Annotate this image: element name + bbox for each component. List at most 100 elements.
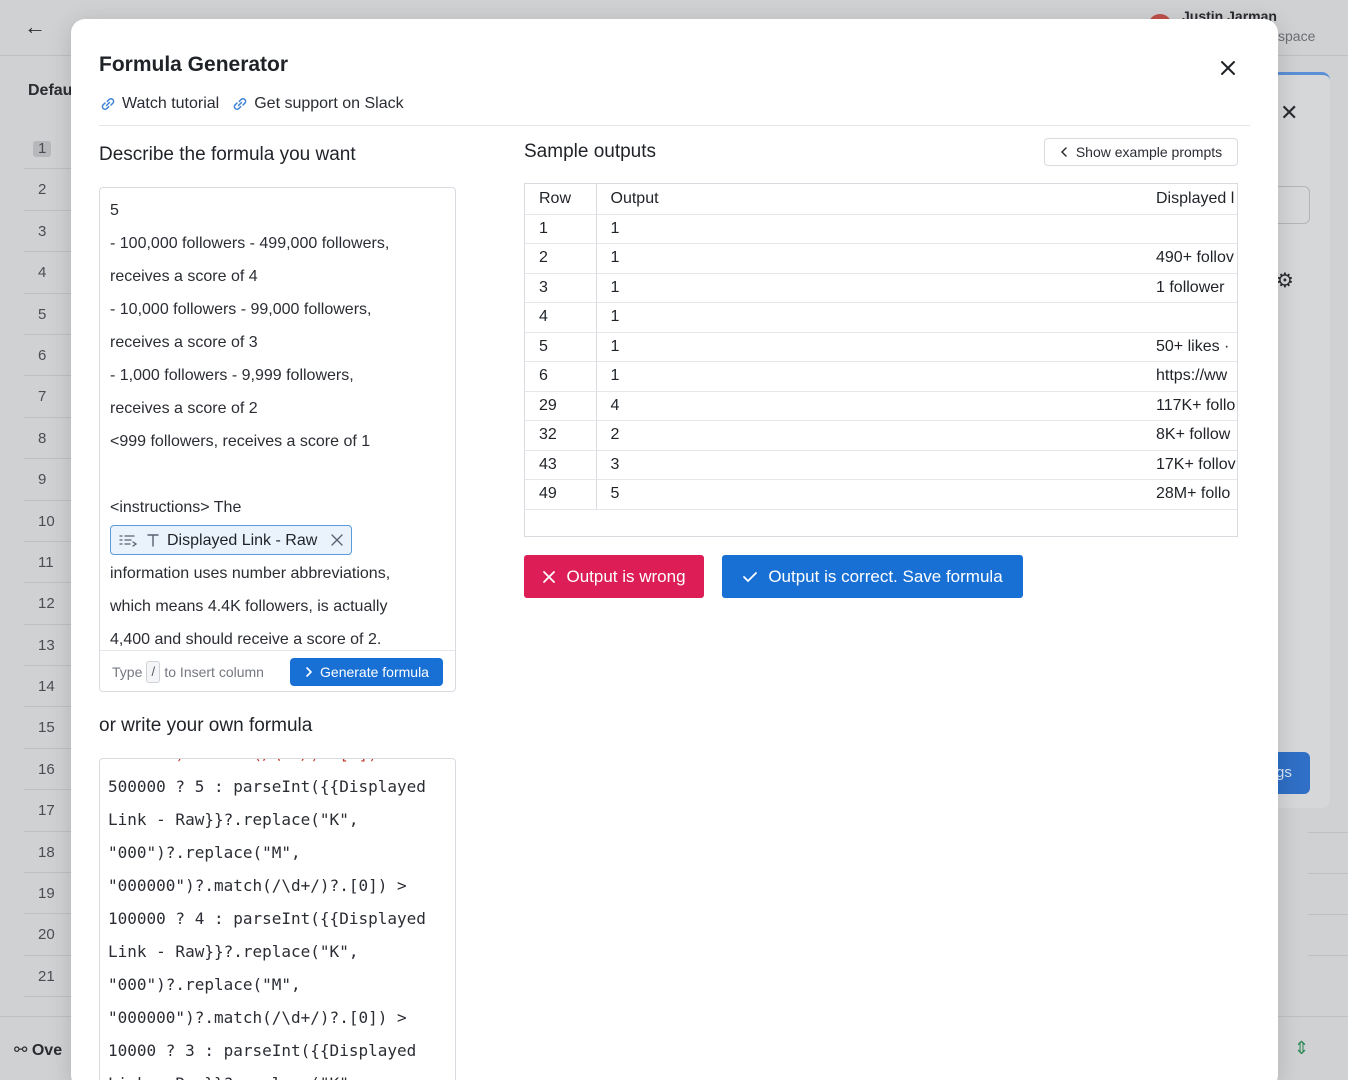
table-row: 2 1 490+ follov bbox=[525, 243, 1237, 274]
overview-tab[interactable]: ⚯ Ove bbox=[14, 1040, 62, 1060]
prompt-line bbox=[110, 458, 445, 491]
slack-support-link[interactable]: Get support on Slack bbox=[231, 95, 404, 113]
row-number: 12 bbox=[24, 583, 72, 625]
close-icon[interactable] bbox=[1217, 57, 1239, 79]
cell-displayed bbox=[1142, 214, 1237, 244]
cell-row: 5 bbox=[525, 332, 597, 362]
slash-key: / bbox=[146, 660, 161, 683]
save-formula-button[interactable]: Output is correct. Save formula bbox=[722, 555, 1023, 598]
code-line: Link - Raw}}?.replace("K", bbox=[108, 1067, 426, 1080]
row-number: 8 bbox=[24, 418, 72, 460]
row-number: 15 bbox=[24, 707, 72, 749]
sample-outputs-table: Row Output Displayed l 1 1 2 1 490+ follov 3 1… bbox=[524, 183, 1238, 537]
generate-formula-label: Generate formula bbox=[320, 664, 429, 680]
table-header-row: Row Output Displayed l bbox=[525, 184, 1237, 215]
row-number: 14 bbox=[24, 666, 72, 708]
table-row: 41 bbox=[525, 302, 1237, 333]
column-header-row: Row bbox=[525, 184, 597, 215]
header-divider bbox=[99, 125, 1250, 126]
workspace-label: space bbox=[1278, 28, 1316, 44]
row-number: 20 bbox=[24, 914, 72, 956]
formula-editor[interactable]: 000000")?.match(/\d+/)?.[0]) > 500000 ? 5… bbox=[99, 758, 456, 1080]
column-header-output: Output bbox=[596, 184, 1142, 215]
prompt-line: - 10,000 followers - 99,000 followers, bbox=[110, 301, 372, 318]
cell-displayed: 1 follower bbox=[1142, 273, 1237, 303]
footer-insert-text: to Insert column bbox=[164, 663, 264, 680]
table-row: 43 3 17K+ follov bbox=[525, 450, 1237, 480]
code-line: "000")?.replace("M", bbox=[108, 975, 301, 994]
prompt-textarea[interactable]: 5 - 100,000 followers - 499,000 followers… bbox=[100, 188, 455, 650]
show-example-prompts-button[interactable]: Show example prompts bbox=[1044, 138, 1238, 166]
column-header-displayed: Displayed l bbox=[1142, 184, 1237, 215]
grid-line bbox=[1308, 955, 1348, 956]
collapse-icon[interactable]: ⇕ bbox=[1294, 1038, 1309, 1059]
cell-displayed: 17K+ follov bbox=[1142, 450, 1237, 480]
cell-output: 5 bbox=[596, 479, 1142, 510]
code-line: 000000")?.match(/\d+/)?.[0]) > bbox=[108, 759, 426, 770]
text-type-icon bbox=[147, 534, 159, 547]
prompt-line: receives a score of 2 bbox=[110, 400, 258, 417]
row-number: 16 bbox=[24, 749, 72, 791]
prompt-footer: Type / to Insert column Generate formula bbox=[100, 650, 455, 691]
row-number: 10 bbox=[24, 501, 72, 542]
column-chip[interactable]: Displayed Link - Raw bbox=[110, 525, 353, 555]
prompt-editor[interactable]: 5 - 100,000 followers - 499,000 followers… bbox=[99, 187, 456, 692]
prompt-line: - 1,000 followers - 9,999 followers, bbox=[110, 367, 354, 384]
prompt-line: information uses number abbreviations, bbox=[110, 565, 391, 582]
watch-tutorial-link[interactable]: Watch tutorial bbox=[99, 95, 219, 113]
table-row: 11 bbox=[525, 214, 1237, 244]
list-icon bbox=[119, 535, 138, 547]
prompt-line: which means 4.4K followers, is actually bbox=[110, 598, 388, 615]
remove-chip-icon[interactable] bbox=[331, 534, 343, 546]
cell-output: 1 bbox=[596, 273, 1142, 303]
row-number: 19 bbox=[24, 873, 72, 915]
code-line: "000000")?.match(/\d+/)?.[0]) > bbox=[108, 1008, 407, 1027]
row-number: 13 bbox=[24, 625, 72, 667]
table-row: 6 1 https://ww bbox=[525, 361, 1237, 392]
sample-outputs-heading: Sample outputs bbox=[524, 141, 657, 162]
x-icon bbox=[543, 570, 556, 583]
cell-row: 43 bbox=[525, 450, 597, 480]
modal-title: Formula Generator bbox=[99, 53, 289, 76]
chevron-left-icon bbox=[1060, 147, 1067, 157]
cell-displayed bbox=[1142, 302, 1237, 333]
grid-line bbox=[1308, 873, 1348, 874]
formula-generator-modal: Formula Generator Watch tutorial Get sup… bbox=[71, 19, 1278, 1080]
code-line: "000000")?.match(/\d+/)?.[0]) > bbox=[108, 876, 407, 895]
cell-displayed: https://ww bbox=[1142, 361, 1237, 392]
cell-output: 1 bbox=[596, 302, 1142, 333]
row-number: 6 bbox=[24, 335, 72, 377]
code-line: 500000 ? 5 : parseInt({{Displayed bbox=[108, 777, 426, 796]
table-row: 29 4 117K+ follo bbox=[525, 391, 1237, 421]
cell-row: 2 bbox=[525, 243, 597, 274]
link-icon bbox=[101, 98, 115, 110]
link-icon bbox=[233, 98, 247, 110]
close-icon[interactable]: ✕ bbox=[1280, 100, 1298, 126]
row-number: 4 bbox=[24, 252, 72, 294]
prompt-line: 4,400 and should receive a score of 2. bbox=[110, 631, 382, 648]
table-row: 32 2 8K+ follow bbox=[525, 420, 1237, 451]
prompt-line: receives a score of 3 bbox=[110, 334, 258, 351]
watch-tutorial-label: Watch tutorial bbox=[122, 95, 220, 112]
formula-code[interactable]: 000000")?.match(/\d+/)?.[0]) > 500000 ? 5… bbox=[108, 759, 426, 1080]
cell-output: 1 bbox=[596, 361, 1142, 392]
output-wrong-label: Output is wrong bbox=[566, 566, 686, 586]
generate-formula-button[interactable]: Generate formula bbox=[290, 658, 443, 686]
cell-row: 32 bbox=[525, 420, 597, 451]
cell-displayed: 50+ likes · bbox=[1142, 332, 1237, 362]
row-number: 7 bbox=[24, 376, 72, 418]
footer-type-text: Type bbox=[112, 663, 143, 680]
flow-icon: ⚯ bbox=[14, 1042, 32, 1059]
cell-displayed: 117K+ follo bbox=[1142, 391, 1237, 421]
cell-row: 1 bbox=[525, 214, 597, 244]
grid-line bbox=[1308, 832, 1348, 833]
back-arrow-icon[interactable]: ← bbox=[24, 14, 46, 40]
cell-row: 6 bbox=[525, 361, 597, 392]
own-formula-heading: or write your own formula bbox=[99, 715, 313, 736]
cell-output: 1 bbox=[596, 214, 1142, 244]
cell-displayed: 28M+ follo bbox=[1142, 479, 1237, 510]
gear-icon[interactable]: ⚙ bbox=[1276, 268, 1294, 293]
output-wrong-button[interactable]: Output is wrong bbox=[524, 555, 704, 598]
cell-displayed: 490+ follov bbox=[1142, 243, 1237, 274]
row-number: 1 bbox=[24, 128, 72, 170]
